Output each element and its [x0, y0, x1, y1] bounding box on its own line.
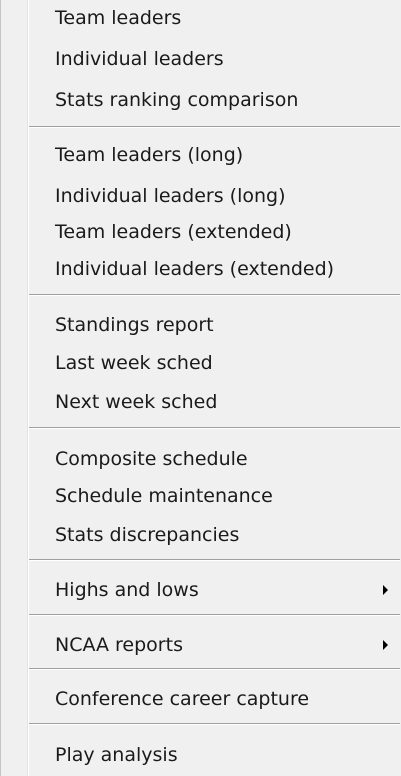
menu-item-label: Individual leaders (extended) [55, 258, 335, 280]
menu-item-stats-discrepancies[interactable]: Stats discrepancies [1, 517, 400, 553]
menu-separator [29, 427, 400, 429]
menu-item-label: Last week sched [55, 352, 213, 374]
menu-item-label: Stats discrepancies [55, 524, 240, 546]
menu-separator [29, 614, 400, 616]
menu-separator [29, 559, 400, 561]
context-menu: Team leaders Individual leaders Stats ra… [0, 0, 401, 776]
menu-separator [29, 723, 400, 725]
menu-item-play-analysis[interactable]: Play analysis [1, 737, 400, 773]
menu-item-team-leaders-extended[interactable]: Team leaders (extended) [1, 214, 400, 250]
menu-item-label: NCAA reports [55, 634, 183, 656]
menu-item-label: Stats ranking comparison [55, 89, 299, 111]
menu-item-label: Individual leaders (long) [55, 185, 286, 207]
menu-item-ncaa-reports[interactable]: NCAA reports [1, 627, 400, 663]
menu-item-label: Team leaders (extended) [55, 221, 292, 243]
menu-item-schedule-maintenance[interactable]: Schedule maintenance [1, 478, 400, 514]
menu-item-highs-and-lows[interactable]: Highs and lows [1, 572, 400, 608]
chevron-right-icon [383, 640, 388, 650]
menu-item-label: Team leaders (long) [55, 144, 244, 166]
menu-item-label: Composite schedule [55, 448, 248, 470]
menu-item-team-leaders-long[interactable]: Team leaders (long) [1, 137, 400, 173]
menu-item-individual-leaders-extended[interactable]: Individual leaders (extended) [1, 251, 400, 287]
menu-item-stats-ranking-comparison[interactable]: Stats ranking comparison [1, 82, 400, 118]
menu-item-label: Highs and lows [55, 579, 199, 601]
menu-item-label: Conference career capture [55, 688, 310, 710]
menu-item-individual-leaders[interactable]: Individual leaders [1, 41, 400, 77]
menu-item-composite-schedule[interactable]: Composite schedule [1, 441, 400, 477]
menu-item-label: Individual leaders [55, 48, 224, 70]
menu-separator [29, 294, 400, 296]
menu-item-label: Standings report [55, 314, 214, 336]
menu-item-label: Next week sched [55, 391, 218, 413]
menu-separator [29, 668, 400, 670]
menu-item-label: Team leaders [55, 7, 182, 29]
menu-item-individual-leaders-long[interactable]: Individual leaders (long) [1, 178, 400, 214]
chevron-right-icon [383, 585, 388, 595]
menu-item-team-leaders[interactable]: Team leaders [1, 0, 400, 36]
menu-item-last-week-sched[interactable]: Last week sched [1, 345, 400, 381]
menu-item-label: Play analysis [55, 744, 178, 766]
menu-item-conference-career-capture[interactable]: Conference career capture [1, 681, 400, 717]
menu-item-label: Schedule maintenance [55, 485, 273, 507]
menu-item-next-week-sched[interactable]: Next week sched [1, 384, 400, 420]
menu-separator [29, 126, 400, 128]
menu-item-standings-report[interactable]: Standings report [1, 307, 400, 343]
